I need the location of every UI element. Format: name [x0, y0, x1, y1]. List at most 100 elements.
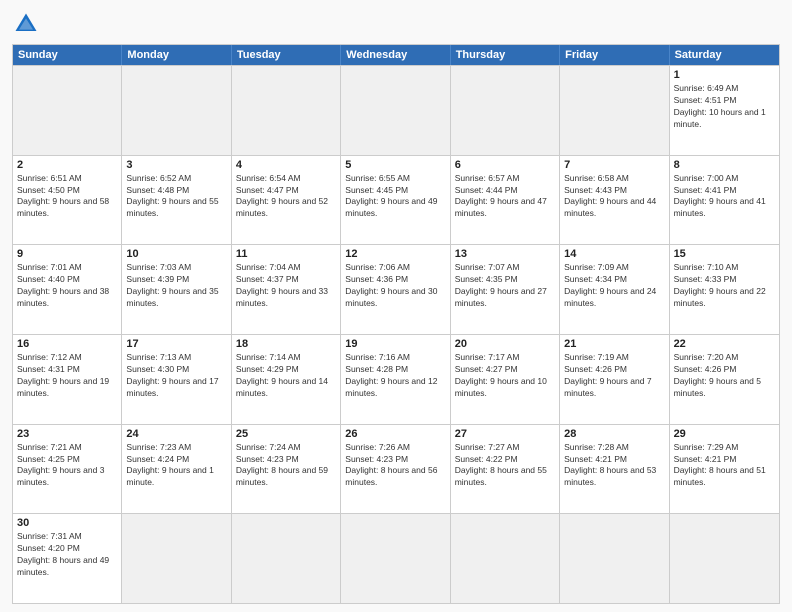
- cal-cell: 28 Sunrise: 7:28 AMSunset: 4:21 PMDayligh…: [560, 425, 669, 514]
- day-number: 26: [345, 428, 445, 440]
- cal-cell: [232, 66, 341, 155]
- calendar: SundayMondayTuesdayWednesdayThursdayFrid…: [12, 44, 780, 604]
- day-info: Sunrise: 7:29 AMSunset: 4:21 PMDaylight:…: [674, 442, 775, 490]
- cal-week-3: 16 Sunrise: 7:12 AMSunset: 4:31 PMDayligh…: [13, 334, 779, 424]
- cal-week-4: 23Sunrise: 7:21 AMSunset: 4:25 PMDayligh…: [13, 424, 779, 514]
- day-number: 23: [17, 428, 117, 440]
- day-number: 17: [126, 338, 226, 350]
- day-info: Sunrise: 7:12 AMSunset: 4:31 PMDaylight:…: [17, 352, 117, 400]
- cal-cell: [341, 66, 450, 155]
- day-number: 13: [455, 248, 555, 260]
- day-info: Sunrise: 7:28 AMSunset: 4:21 PMDaylight:…: [564, 442, 664, 490]
- cal-cell: 16 Sunrise: 7:12 AMSunset: 4:31 PMDayligh…: [13, 335, 122, 424]
- cal-header-thursday: Thursday: [451, 45, 560, 65]
- day-number: 3: [126, 159, 226, 171]
- cal-cell: [451, 66, 560, 155]
- day-number: 19: [345, 338, 445, 350]
- day-info: Sunrise: 7:14 AMSunset: 4:29 PMDaylight:…: [236, 352, 336, 400]
- cal-cell: 11 Sunrise: 7:04 AMSunset: 4:37 PMDayligh…: [232, 245, 341, 334]
- day-info: Sunrise: 7:19 AMSunset: 4:26 PMDaylight:…: [564, 352, 664, 400]
- cal-week-2: 9 Sunrise: 7:01 AMSunset: 4:40 PMDaylight…: [13, 244, 779, 334]
- day-number: 27: [455, 428, 555, 440]
- cal-cell: 2 Sunrise: 6:51 AMSunset: 4:50 PMDaylight…: [13, 156, 122, 245]
- cal-header-sunday: Sunday: [13, 45, 122, 65]
- cal-cell: 9 Sunrise: 7:01 AMSunset: 4:40 PMDaylight…: [13, 245, 122, 334]
- logo-icon: [12, 10, 40, 38]
- day-number: 5: [345, 159, 445, 171]
- cal-cell: 1 Sunrise: 6:49 AMSunset: 4:51 PMDaylight…: [670, 66, 779, 155]
- cal-cell: 22 Sunrise: 7:20 AMSunset: 4:26 PMDayligh…: [670, 335, 779, 424]
- day-number: 7: [564, 159, 664, 171]
- day-number: 29: [674, 428, 775, 440]
- cal-cell: 27 Sunrise: 7:27 AMSunset: 4:22 PMDayligh…: [451, 425, 560, 514]
- cal-header-friday: Friday: [560, 45, 669, 65]
- header: [12, 10, 780, 38]
- day-info: Sunrise: 7:31 AMSunset: 4:20 PMDaylight:…: [17, 531, 117, 579]
- cal-cell: [341, 514, 450, 603]
- day-info: Sunrise: 7:26 AMSunset: 4:23 PMDaylight:…: [345, 442, 445, 490]
- cal-week-5: 30 Sunrise: 7:31 AMSunset: 4:20 PMDayligh…: [13, 513, 779, 603]
- day-number: 4: [236, 159, 336, 171]
- cal-cell: 3 Sunrise: 6:52 AMSunset: 4:48 PMDaylight…: [122, 156, 231, 245]
- day-info: Sunrise: 6:57 AMSunset: 4:44 PMDaylight:…: [455, 173, 555, 221]
- cal-cell: [560, 66, 669, 155]
- day-number: 28: [564, 428, 664, 440]
- day-info: Sunrise: 7:10 AMSunset: 4:33 PMDaylight:…: [674, 262, 775, 310]
- cal-cell: 20 Sunrise: 7:17 AMSunset: 4:27 PMDayligh…: [451, 335, 560, 424]
- day-number: 14: [564, 248, 664, 260]
- cal-cell: [13, 66, 122, 155]
- cal-cell: 17 Sunrise: 7:13 AMSunset: 4:30 PMDayligh…: [122, 335, 231, 424]
- day-info: Sunrise: 7:00 AMSunset: 4:41 PMDaylight:…: [674, 173, 775, 221]
- cal-cell: 8 Sunrise: 7:00 AMSunset: 4:41 PMDaylight…: [670, 156, 779, 245]
- cal-cell: 23Sunrise: 7:21 AMSunset: 4:25 PMDayligh…: [13, 425, 122, 514]
- cal-cell: 4Sunrise: 6:54 AMSunset: 4:47 PMDaylight…: [232, 156, 341, 245]
- day-number: 18: [236, 338, 336, 350]
- day-number: 8: [674, 159, 775, 171]
- day-info: Sunrise: 7:27 AMSunset: 4:22 PMDaylight:…: [455, 442, 555, 490]
- cal-header-wednesday: Wednesday: [341, 45, 450, 65]
- day-number: 15: [674, 248, 775, 260]
- cal-cell: [122, 514, 231, 603]
- day-number: 22: [674, 338, 775, 350]
- day-number: 16: [17, 338, 117, 350]
- cal-cell: 15 Sunrise: 7:10 AMSunset: 4:33 PMDayligh…: [670, 245, 779, 334]
- day-number: 12: [345, 248, 445, 260]
- day-info: Sunrise: 7:06 AMSunset: 4:36 PMDaylight:…: [345, 262, 445, 310]
- cal-cell: 7Sunrise: 6:58 AMSunset: 4:43 PMDaylight…: [560, 156, 669, 245]
- day-info: Sunrise: 7:04 AMSunset: 4:37 PMDaylight:…: [236, 262, 336, 310]
- day-info: Sunrise: 6:49 AMSunset: 4:51 PMDaylight:…: [674, 83, 775, 131]
- day-number: 20: [455, 338, 555, 350]
- day-info: Sunrise: 7:13 AMSunset: 4:30 PMDaylight:…: [126, 352, 226, 400]
- cal-cell: 29 Sunrise: 7:29 AMSunset: 4:21 PMDayligh…: [670, 425, 779, 514]
- day-info: Sunrise: 7:07 AMSunset: 4:35 PMDaylight:…: [455, 262, 555, 310]
- day-info: Sunrise: 7:09 AMSunset: 4:34 PMDaylight:…: [564, 262, 664, 310]
- day-info: Sunrise: 7:16 AMSunset: 4:28 PMDaylight:…: [345, 352, 445, 400]
- day-number: 2: [17, 159, 117, 171]
- cal-cell: 12 Sunrise: 7:06 AMSunset: 4:36 PMDayligh…: [341, 245, 450, 334]
- day-info: Sunrise: 7:03 AMSunset: 4:39 PMDaylight:…: [126, 262, 226, 310]
- cal-cell: 6Sunrise: 6:57 AMSunset: 4:44 PMDaylight…: [451, 156, 560, 245]
- day-number: 9: [17, 248, 117, 260]
- day-number: 11: [236, 248, 336, 260]
- cal-cell: [232, 514, 341, 603]
- cal-cell: 25Sunrise: 7:24 AMSunset: 4:23 PMDayligh…: [232, 425, 341, 514]
- calendar-body: 1 Sunrise: 6:49 AMSunset: 4:51 PMDaylight…: [13, 65, 779, 603]
- day-number: 10: [126, 248, 226, 260]
- cal-cell: 14 Sunrise: 7:09 AMSunset: 4:34 PMDayligh…: [560, 245, 669, 334]
- day-number: 21: [564, 338, 664, 350]
- cal-cell: 5Sunrise: 6:55 AMSunset: 4:45 PMDaylight…: [341, 156, 450, 245]
- calendar-page: SundayMondayTuesdayWednesdayThursdayFrid…: [0, 0, 792, 612]
- day-info: Sunrise: 7:01 AMSunset: 4:40 PMDaylight:…: [17, 262, 117, 310]
- day-number: 1: [674, 69, 775, 81]
- day-info: Sunrise: 7:23 AMSunset: 4:24 PMDaylight:…: [126, 442, 226, 490]
- logo: [12, 10, 44, 38]
- day-info: Sunrise: 6:51 AMSunset: 4:50 PMDaylight:…: [17, 173, 117, 221]
- day-number: 30: [17, 517, 117, 529]
- cal-week-1: 2 Sunrise: 6:51 AMSunset: 4:50 PMDaylight…: [13, 155, 779, 245]
- day-info: Sunrise: 7:20 AMSunset: 4:26 PMDaylight:…: [674, 352, 775, 400]
- cal-week-0: 1 Sunrise: 6:49 AMSunset: 4:51 PMDaylight…: [13, 65, 779, 155]
- calendar-header-row: SundayMondayTuesdayWednesdayThursdayFrid…: [13, 45, 779, 65]
- day-info: Sunrise: 7:17 AMSunset: 4:27 PMDaylight:…: [455, 352, 555, 400]
- day-info: Sunrise: 6:52 AMSunset: 4:48 PMDaylight:…: [126, 173, 226, 221]
- cal-cell: [122, 66, 231, 155]
